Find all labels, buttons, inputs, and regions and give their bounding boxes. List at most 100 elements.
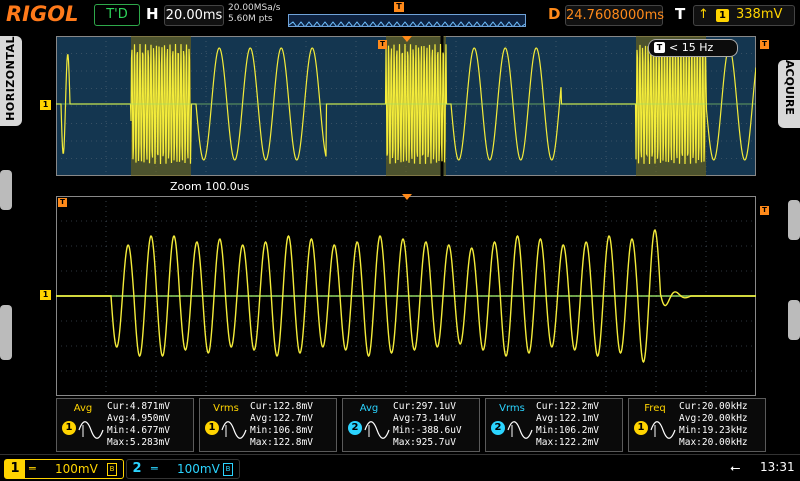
- trigger-frequency-hint: T < 15 Hz: [648, 39, 738, 57]
- measurement-values: Cur:122.8mV Avg:122.7mV Min:106.8mV Max:122…: [250, 401, 313, 449]
- memory-waveform-icon: [289, 21, 525, 26]
- overview-trigger-marker: T: [378, 40, 387, 49]
- measurement-avg: Avg:122.1mV: [536, 413, 599, 424]
- measurement-min: Min:-388.6uV: [393, 425, 462, 436]
- zoom-label: Zoom 100.0us: [170, 180, 250, 193]
- measurement-min: Min:4.677mV: [107, 425, 170, 436]
- measurement-wave-icon: [650, 421, 676, 439]
- channel-2-bandwidth-icon: B: [223, 463, 233, 476]
- measurement-source-badge: 2: [348, 421, 362, 435]
- measurement-source-badge: 2: [491, 421, 505, 435]
- trigger-level: 338mV: [736, 7, 783, 22]
- measurement-5[interactable]: Freq 1 Cur:20.00kHz Avg:20.00kHz Min:19.23kH…: [628, 398, 766, 452]
- measurement-values: Cur:20.00kHz Avg:20.00kHz Min:19.23kHz Max:…: [679, 401, 748, 449]
- channel-2-scale: 100mV: [177, 462, 220, 476]
- left-side-handle[interactable]: [0, 170, 12, 210]
- measurement-4[interactable]: Vrms 2 Cur:122.2mV Avg:122.1mV Min:106.2mV Ma…: [485, 398, 623, 452]
- measurement-name: Avg: [73, 403, 93, 414]
- channel-1-settings[interactable]: 1 ═ 100mV B: [4, 459, 124, 479]
- measurement-1[interactable]: Avg 1 Cur:4.871mV Avg:4.950mV Min:4.677mV Max…: [56, 398, 194, 452]
- overview-ch1-marker: 1: [40, 100, 51, 110]
- measurement-min: Min:106.8mV: [250, 425, 313, 436]
- overview-waveform-area[interactable]: T < 15 Hz: [56, 36, 757, 176]
- delay-value[interactable]: 24.7608000ms: [565, 5, 664, 26]
- measurement-cur: Cur:122.8mV: [250, 401, 313, 412]
- measurement-name: Vrms: [499, 403, 525, 414]
- zoom-trigger-level-marker: T: [760, 206, 769, 215]
- zoom-center-marker: [402, 194, 412, 200]
- rising-edge-icon: ↑: [698, 7, 709, 22]
- measurement-min: Min:19.23kHz: [679, 425, 748, 436]
- measurement-cur: Cur:297.1uV: [393, 401, 456, 412]
- measurement-wave-icon: [78, 421, 104, 439]
- measurement-wave-icon: [221, 421, 247, 439]
- measurement-name: Freq: [644, 403, 666, 414]
- timebase-value[interactable]: 20.00ms: [164, 5, 224, 26]
- horizontal-tab[interactable]: HORIZONTAL: [0, 36, 22, 126]
- right-side-handle-lower[interactable]: [788, 300, 800, 340]
- channel-2-number: 2: [132, 461, 142, 476]
- horizontal-tab-label: HORIZONTAL: [4, 36, 17, 121]
- zoom-waveform-area[interactable]: [56, 196, 756, 396]
- zoom-ch1-marker: 1: [40, 290, 51, 300]
- measurement-source-badge: 1: [62, 421, 76, 435]
- measurement-name: Avg: [359, 403, 379, 414]
- measurement-wave-icon: [364, 421, 390, 439]
- measurement-avg: Avg:4.950mV: [107, 413, 170, 424]
- top-status-bar: RIGOL T'D H 20.00ms 20.00MSa/s 5.60M pts…: [0, 0, 800, 30]
- measurement-max: Max:925.7uV: [393, 437, 456, 448]
- measurement-cur: Cur:122.2mV: [536, 401, 599, 412]
- channel-2-coupling-icon: ═: [151, 462, 158, 475]
- measurement-max: Max:122.8mV: [250, 437, 313, 448]
- trigger-hint-text: < 15 Hz: [669, 41, 714, 54]
- memory-depth: 5.60M pts: [228, 14, 273, 24]
- clock: 13:31: [760, 460, 795, 474]
- overview-center-marker: [402, 36, 412, 42]
- measurement-avg: Avg:20.00kHz: [679, 413, 748, 424]
- timebase-label: H: [146, 5, 159, 23]
- sample-info: 20.00MSa/s 5.60M pts: [228, 3, 280, 25]
- measurement-max: Max:20.00kHz: [679, 437, 748, 448]
- channel-1-coupling-icon: ═: [29, 462, 36, 475]
- trigger-label: T: [675, 5, 686, 23]
- channel-2-settings[interactable]: 2 ═ 100mV B: [126, 459, 240, 479]
- channel-1-number: 1: [5, 460, 25, 478]
- channel-1-bandwidth-icon: B: [107, 463, 117, 476]
- measurement-values: Cur:122.2mV Avg:122.1mV Min:106.2mV Max:122…: [536, 401, 599, 449]
- left-side-handle-lower[interactable]: [0, 305, 12, 360]
- measurement-max: Max:122.2mV: [536, 437, 599, 448]
- measurement-avg: Avg:122.7mV: [250, 413, 313, 424]
- measurement-3[interactable]: Avg 2 Cur:297.1uV Avg:73.14uV Min:-388.6uV Ma…: [342, 398, 480, 452]
- bottom-status-bar: 1 ═ 100mV B 2 ═ 100mV B ⭠ 13:31: [0, 454, 800, 481]
- measurement-source-badge: 1: [205, 421, 219, 435]
- measurement-values: Cur:4.871mV Avg:4.950mV Min:4.677mV Max:5.2…: [107, 401, 170, 449]
- measurement-source-badge: 1: [634, 421, 648, 435]
- acquire-tab[interactable]: ACQUIRE: [778, 60, 800, 128]
- measurement-cur: Cur:20.00kHz: [679, 401, 748, 412]
- measurement-name: Vrms: [213, 403, 239, 414]
- measurement-2[interactable]: Vrms 1 Cur:122.8mV Avg:122.7mV Min:106.8mV Ma…: [199, 398, 337, 452]
- zoom-waveform: [56, 196, 756, 396]
- channel-1-scale: 100mV: [55, 462, 98, 476]
- measurement-values: Cur:297.1uV Avg:73.14uV Min:-388.6uV Max:92…: [393, 401, 462, 449]
- measurement-max: Max:5.283mV: [107, 437, 170, 448]
- measurement-wave-icon: [507, 421, 533, 439]
- overview-trigger-level-marker: T: [760, 40, 769, 49]
- memory-position-bar[interactable]: [288, 14, 526, 27]
- right-side-handle[interactable]: [788, 200, 800, 240]
- delay-label: D: [548, 5, 561, 23]
- sample-rate: 20.00MSa/s: [228, 3, 281, 13]
- overview-waveform: [56, 36, 757, 176]
- trigger-hint-icon: T: [654, 42, 665, 53]
- run-status-badge[interactable]: T'D: [94, 4, 140, 26]
- trigger-position-marker: T: [394, 2, 404, 12]
- zoom-trigger-marker: T: [58, 198, 67, 207]
- measurement-cur: Cur:4.871mV: [107, 401, 170, 412]
- measurement-min: Min:106.2mV: [536, 425, 599, 436]
- trigger-source-badge: 1: [716, 9, 729, 22]
- usb-icon: ⭠: [730, 461, 741, 476]
- acquire-tab-label: ACQUIRE: [783, 60, 796, 115]
- measurement-avg: Avg:73.14uV: [393, 413, 456, 424]
- trigger-settings[interactable]: ↑ 1 338mV: [693, 5, 795, 26]
- brand-logo: RIGOL: [6, 2, 79, 26]
